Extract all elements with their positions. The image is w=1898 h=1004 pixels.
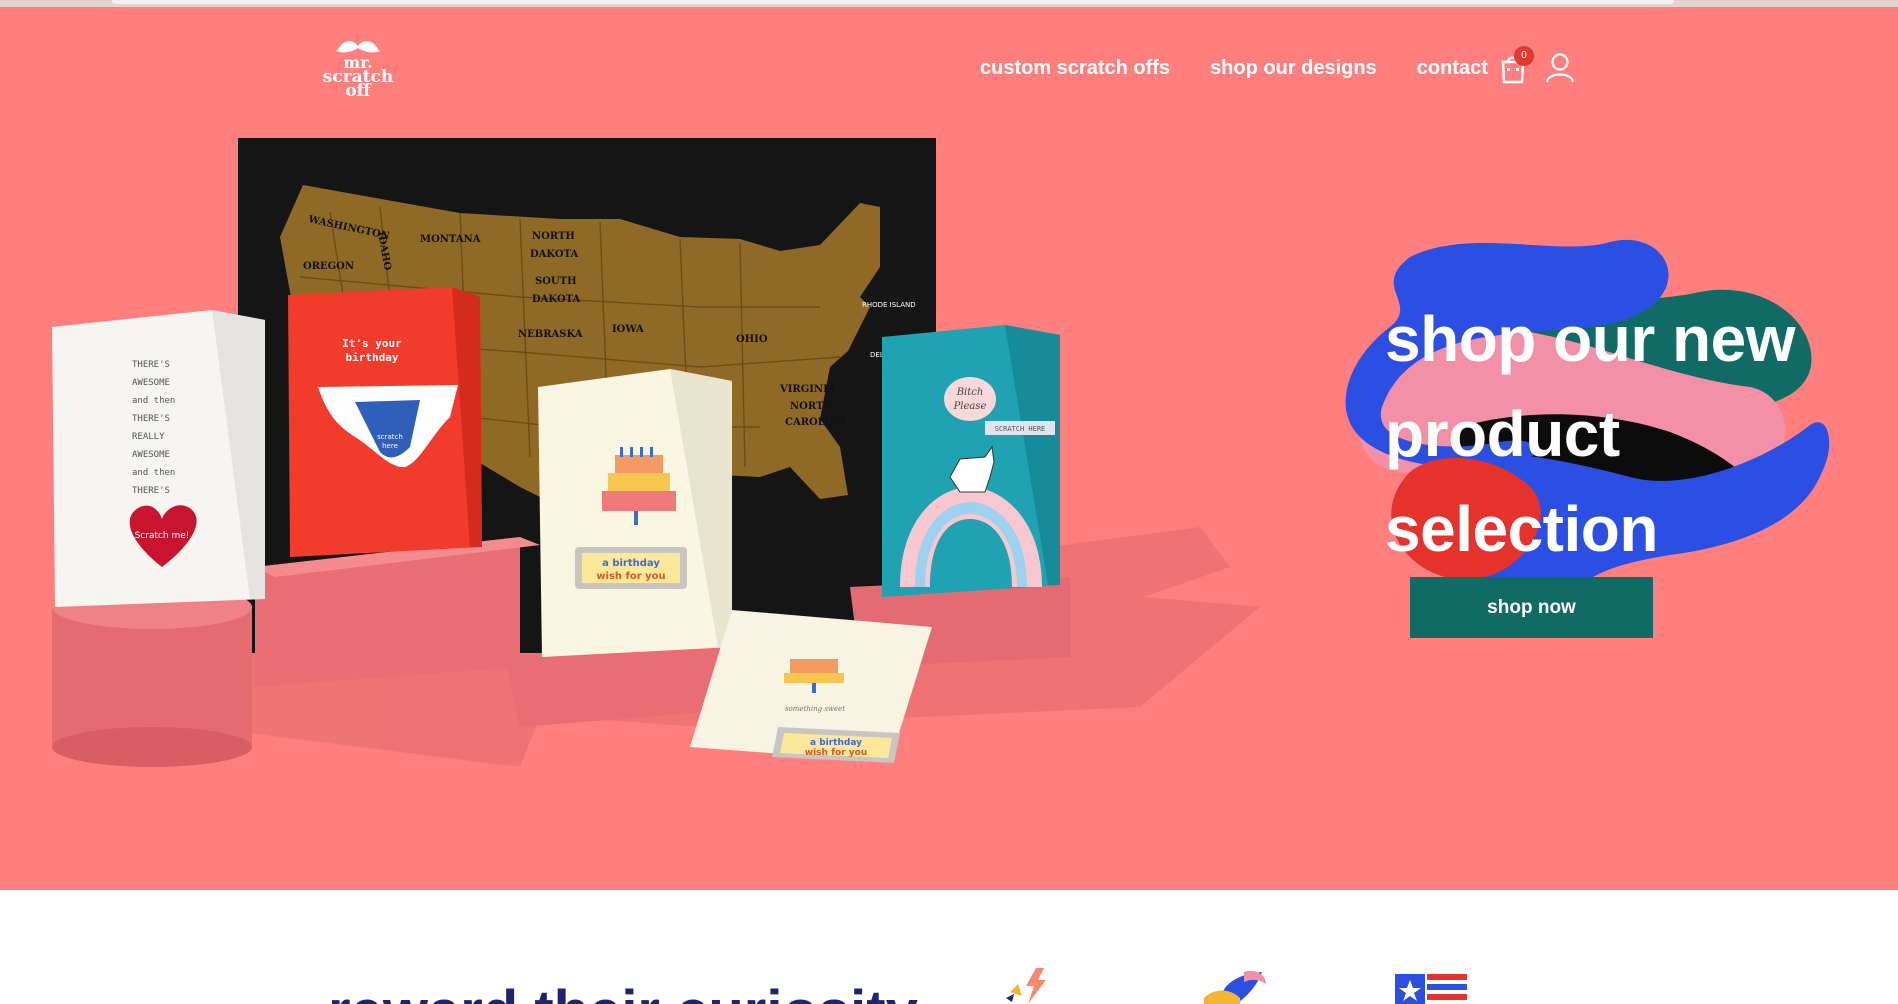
svg-text:REALLY: REALLY <box>132 432 165 442</box>
card-awesome: THERE'S AWESOME and then THERE'S REALLY … <box>52 310 265 607</box>
shop-now-button[interactable]: shop now <box>1410 577 1653 638</box>
browser-bar <box>112 0 1674 4</box>
svg-text:THERE'S: THERE'S <box>132 486 170 496</box>
cart-count-badge: 0 <box>1514 46 1534 66</box>
svg-text:IOWA: IOWA <box>612 324 644 335</box>
svg-text:THERE'S: THERE'S <box>132 360 170 370</box>
product-photo: WASHINGTON MONTANA OREGON NORTH DAKOTA S… <box>52 138 1260 767</box>
nav-shop-our-designs[interactable]: shop our designs <box>1210 57 1377 80</box>
section-heading: reward their curiosity <box>328 978 918 1004</box>
card-unicorn: Bitch Please SCRATCH HERE <box>882 325 1060 597</box>
svg-text:NEBRASKA: NEBRASKA <box>518 329 583 340</box>
flag-icon <box>1395 974 1467 1004</box>
svg-text:SCRATCH HERE: SCRATCH HERE <box>995 425 1046 433</box>
lightning-icon <box>1006 968 1046 1004</box>
svg-text:RHODE ISLAND: RHODE ISLAND <box>862 301 916 309</box>
svg-text:OHIO: OHIO <box>736 334 768 345</box>
svg-text:Please: Please <box>953 401 987 412</box>
svg-text:wish for you: wish for you <box>805 748 867 758</box>
svg-text:SOUTH: SOUTH <box>535 276 577 287</box>
svg-text:THERE'S: THERE'S <box>132 414 170 424</box>
svg-text:scratch: scratch <box>377 433 403 441</box>
svg-text:AWESOME: AWESOME <box>132 450 170 460</box>
svg-text:and then: and then <box>132 396 175 406</box>
nav-custom-scratch-offs[interactable]: custom scratch offs <box>980 57 1170 80</box>
svg-text:DAKOTA: DAKOTA <box>530 249 578 260</box>
headline-line-1: shop our new <box>1385 303 1796 375</box>
svg-text:OREGON: OREGON <box>303 261 354 272</box>
svg-text:NORTH: NORTH <box>532 231 575 242</box>
hero-headline: shop our new product selection <box>1385 292 1796 577</box>
brand-logo[interactable]: mr. scratch off <box>322 40 394 106</box>
card-cake: a birthday wish for you <box>538 369 732 657</box>
svg-text:wish for you: wish for you <box>596 571 665 582</box>
user-icon[interactable] <box>1545 52 1575 84</box>
svg-text:here: here <box>382 442 398 450</box>
headline-line-3: selection <box>1385 493 1658 565</box>
mustache-icon <box>336 41 380 53</box>
bird-icon <box>1204 970 1266 1004</box>
svg-text:something sweet: something sweet <box>785 705 845 713</box>
svg-text:DAKOTA: DAKOTA <box>532 294 580 305</box>
browser-strip <box>0 0 1898 7</box>
svg-text:Scratch me!: Scratch me! <box>135 531 190 541</box>
headline-line-2: product <box>1385 398 1620 470</box>
main-nav: custom scratch offs shop our designs con… <box>980 57 1488 80</box>
svg-text:MONTANA: MONTANA <box>420 234 481 245</box>
nav-contact[interactable]: contact <box>1417 57 1488 80</box>
hero-section: WASHINGTON MONTANA OREGON NORTH DAKOTA S… <box>0 7 1898 890</box>
svg-text:It's your: It's your <box>342 337 402 350</box>
svg-text:a birthday: a birthday <box>810 738 862 748</box>
svg-text:VIRGINIA: VIRGINIA <box>779 384 836 395</box>
svg-text:CAROLINA: CAROLINA <box>785 417 847 428</box>
svg-text:a birthday: a birthday <box>602 558 660 569</box>
svg-text:birthday: birthday <box>346 351 399 364</box>
card-lying: something sweet a birthday wish for you <box>690 610 932 763</box>
card-birthday-suit: It's your birthday scratch here <box>288 287 482 557</box>
svg-text:NORTH: NORTH <box>790 401 833 412</box>
svg-text:AWESOME: AWESOME <box>132 378 170 388</box>
svg-text:and then: and then <box>132 468 175 478</box>
svg-text:Bitch: Bitch <box>956 387 984 398</box>
